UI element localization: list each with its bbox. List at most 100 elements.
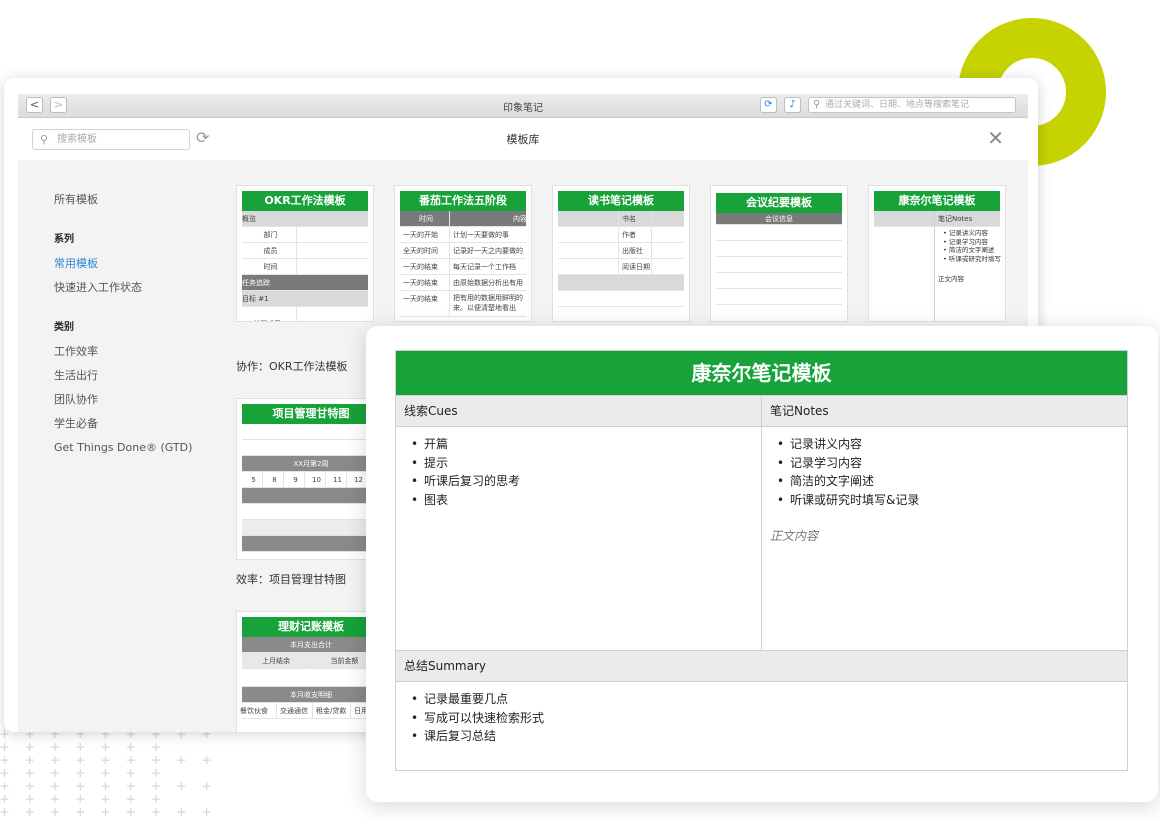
notes-column[interactable]: 记录讲义内容 记录学习内容 简洁的文字阐述 听课或研究时填写&记录 正文内容 xyxy=(761,427,1127,650)
template-card-finance[interactable]: 理财记账模板 本月支出合计 上月结余 当前金额 本月收支明细 餐饮伙食 交通通信… xyxy=(236,611,386,732)
cornell-title: 康奈尔笔记模板 xyxy=(396,351,1127,395)
sidebar-item-team[interactable]: 团队协作 xyxy=(54,388,224,412)
list-item: 简洁的文字阐述 xyxy=(777,472,1127,491)
card-title: 项目管理甘特图 xyxy=(242,404,380,424)
mini-row: 任务追踪 xyxy=(242,275,368,291)
template-card-meeting[interactable]: 会议纪要模板 会议信息 xyxy=(710,185,848,322)
cornell-table: 康奈尔笔记模板 线索Cues 笔记Notes 开篇 提示 听课后复习的思考 图表… xyxy=(395,350,1128,771)
card-caption-okr: 协作：OKR工作法模板 xyxy=(236,360,348,373)
cues-list: 开篇 提示 听课后复习的思考 图表 xyxy=(404,435,761,509)
list-item: 开篇 xyxy=(411,435,761,454)
mini-notes-column: • 记录讲义内容 • 记录学习内容 • 简洁的文字阐述 • 听课或研究时填写 正… xyxy=(934,227,1002,321)
mini-row: 关键成果 1 xyxy=(242,307,368,321)
sidebar-item-common[interactable]: 常用模板 xyxy=(54,252,224,276)
mini-row xyxy=(716,257,842,273)
list-item: 图表 xyxy=(411,491,761,510)
close-icon[interactable]: ✕ xyxy=(987,126,1004,150)
note-search-input[interactable]: ⚲ 通过关键词、日期、地点等搜索笔记 xyxy=(808,97,1016,113)
note-search-placeholder: 通过关键词、日期、地点等搜索笔记 xyxy=(825,100,970,110)
mini-row xyxy=(242,424,380,440)
cornell-header-row: 线索Cues 笔记Notes xyxy=(396,395,1127,427)
mini-row xyxy=(558,275,684,291)
mini-row: 出版社 xyxy=(558,243,684,259)
list-item: 听课或研究时填写&记录 xyxy=(777,491,1127,510)
cues-heading: 线索Cues xyxy=(404,404,458,418)
template-sidebar: 所有模板 系列 常用模板 快速进入工作状态 类别 工作效率 生活出行 团队协作 … xyxy=(54,188,224,460)
card-caption-gantt: 效率：项目管理甘特图 xyxy=(236,573,346,586)
mini-row: 一天的结束 由原始数据分析出有用 xyxy=(400,275,526,291)
decorative-plus-pattern: + + + + + + + + + + + + + + + + + + + + +… xyxy=(0,728,215,820)
mini-row: 一天的结束 把有用的数据用鲜明的 来。以便清楚地看出 xyxy=(400,291,526,317)
mini-row: 时间 内容 xyxy=(400,211,527,227)
template-card-pomodoro[interactable]: 番茄工作法五阶段 时间 内容 一天的开始 计划一天要做的事 全天的时间 记录好一天之… xyxy=(394,185,532,322)
mini-row xyxy=(242,504,380,520)
mini-row xyxy=(242,552,380,559)
mini-row xyxy=(716,273,842,289)
sidebar-item-life[interactable]: 生活出行 xyxy=(54,364,224,388)
mini-row: 成员 xyxy=(242,243,368,259)
card-title: 读书笔记模板 xyxy=(558,191,684,211)
mini-row xyxy=(242,488,380,504)
notification-bell-icon[interactable]: ♪ xyxy=(784,97,801,113)
summary-heading: 总结Summary xyxy=(396,650,1127,682)
list-item: 听课后复习的思考 xyxy=(411,472,761,491)
mini-row: 全天的时间 记录好一天之内要做的 xyxy=(400,243,526,259)
mini-row: 本月收支明细 xyxy=(242,687,380,703)
mini-cell-multiline: 把有用的数据用鲜明的 来。以便清楚地看出 xyxy=(453,294,523,312)
title-bar: < > 印象笔记 ⟳ ♪ ⚲ 通过关键词、日期、地点等搜索笔记 xyxy=(18,94,1028,118)
list-item: 写成可以快速检索形式 xyxy=(411,709,1127,728)
card-title: 康奈尔笔记模板 xyxy=(874,191,1000,211)
sidebar-item-student[interactable]: 学生必备 xyxy=(54,412,224,436)
library-title: 模板库 xyxy=(506,133,540,146)
card-title: 理财记账模板 xyxy=(242,617,380,637)
template-card-reading[interactable]: 读书笔记模板 书名 作者 出版社 阅读日期 xyxy=(552,185,690,322)
mini-row xyxy=(242,520,380,536)
mini-row: XX月第2周 xyxy=(242,456,380,472)
card-title: 会议纪要模板 xyxy=(716,193,842,213)
notes-body-placeholder: 正文内容 xyxy=(770,529,819,543)
template-card-cornell[interactable]: 康奈尔笔记模板 笔记Notes • 记录讲义内容 • 记录学习内容 • 简洁的文… xyxy=(868,185,1006,322)
mini-row xyxy=(716,225,842,241)
template-card-okr[interactable]: OKR工作法模板 概览 部门 成员 时间 任务追踪 目标 #1 关键成果 1 xyxy=(236,185,374,322)
sidebar-heading-category: 类别 xyxy=(54,322,74,333)
template-library-header: ⚲ 搜索模板 ⟳ 模板库 ✕ xyxy=(18,118,1028,160)
sidebar-item-efficiency[interactable]: 工作效率 xyxy=(54,340,224,364)
mini-row: 时间 xyxy=(242,259,368,275)
cornell-body-row: 开篇 提示 听课后复习的思考 图表 记录讲义内容 记录学习内容 简洁的文字阐述 … xyxy=(396,427,1127,650)
notes-heading: 笔记Notes xyxy=(761,396,1127,426)
mini-row: 一天的开始 计划一天要做的事 xyxy=(400,227,526,243)
mini-row: 作者 xyxy=(558,227,684,243)
mini-note-item: • 听课或研究时填写 xyxy=(943,254,1001,263)
sync-icon[interactable]: ⟳ xyxy=(760,97,777,113)
mini-row: 会议信息 xyxy=(716,213,842,225)
mini-row: 本月支出合计 xyxy=(242,637,380,653)
cornell-template-preview: 康奈尔笔记模板 线索Cues 笔记Notes 开篇 提示 听课后复习的思考 图表… xyxy=(366,326,1158,802)
sidebar-heading-series: 系列 xyxy=(54,234,74,245)
sidebar-item-quickstart[interactable]: 快速进入工作状态 xyxy=(54,276,224,300)
mini-row: 笔记Notes xyxy=(874,211,1000,227)
summary-list: 记录最重要几点 写成可以快速检索形式 课后复习总结 xyxy=(404,690,1127,746)
mini-row: 目标 #1 xyxy=(242,291,368,307)
mini-row: 上月结余 当前金额 xyxy=(242,653,380,669)
mini-note-item: • 简洁的文字阐述 xyxy=(943,246,995,254)
mini-row xyxy=(242,440,380,456)
mini-row xyxy=(558,291,684,307)
mini-row xyxy=(716,289,842,305)
list-item: 记录学习内容 xyxy=(777,454,1127,473)
card-title: OKR工作法模板 xyxy=(242,191,368,211)
mini-row: 阅读日期 xyxy=(558,259,684,275)
notes-list: 记录讲义内容 记录学习内容 简洁的文字阐述 听课或研究时填写&记录 xyxy=(770,435,1127,509)
sidebar-item-gtd[interactable]: Get Things Done® (GTD) xyxy=(54,436,224,460)
template-card-gantt[interactable]: 项目管理甘特图 XX月第2周 5 8 9 10 11 12 xyxy=(236,398,386,560)
summary-section[interactable]: 记录最重要几点 写成可以快速检索形式 课后复习总结 xyxy=(396,682,1127,770)
mini-row xyxy=(242,536,380,552)
mini-row: 书名 xyxy=(558,211,684,227)
cues-column[interactable]: 开篇 提示 听课后复习的思考 图表 xyxy=(396,427,761,650)
sidebar-item-all[interactable]: 所有模板 xyxy=(54,188,224,212)
mini-row: 部门 xyxy=(242,227,368,243)
mini-note-item: • 记录学习内容 xyxy=(943,237,988,246)
mini-row xyxy=(242,669,380,687)
list-item: 提示 xyxy=(411,454,761,473)
mini-row: 概览 xyxy=(242,211,368,227)
mini-row: 5 8 9 10 11 12 xyxy=(242,472,380,488)
